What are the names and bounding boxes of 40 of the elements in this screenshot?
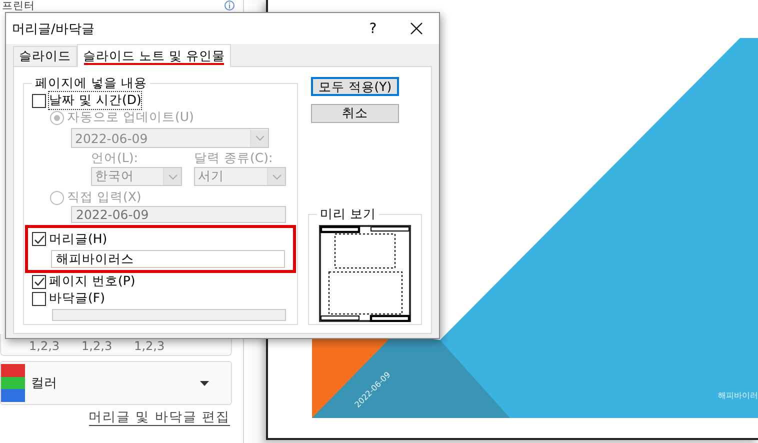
radio-button[interactable] <box>50 110 64 124</box>
close-icon <box>410 22 422 35</box>
window-title: 머리글/바닥글 <box>12 20 96 38</box>
text-field[interactable]: 2022-06-09 <box>71 206 286 223</box>
text-field[interactable]: 해피바이러스 <box>51 250 285 268</box>
panel-heading: 프린터 <box>1 0 36 12</box>
checkbox[interactable] <box>32 232 46 246</box>
cancel-button[interactable]: 취소 <box>311 104 399 123</box>
chevron-icon <box>168 174 178 180</box>
tab[interactable]: 슬라이드 노트 및 유인물 <box>77 44 231 67</box>
check-icon <box>34 277 44 286</box>
checkbox-label[interactable]: 날짜 및 시간(D) <box>49 92 142 109</box>
dropdown-arrow-icon <box>200 380 209 386</box>
dropdown-label: 언어(L): <box>91 150 139 167</box>
check-icon <box>34 234 44 244</box>
help-button[interactable]: ? <box>353 20 393 36</box>
edit-link[interactable]: 머리글 및 바닥글 편집 <box>88 410 230 426</box>
radio-button[interactable] <box>50 190 64 204</box>
dropdown-label: 달력 종류(C): <box>194 150 273 167</box>
chevron-icon <box>272 174 282 180</box>
number-format-label: 1,2,3 <box>82 340 112 353</box>
dropdown-value: 컬러 <box>30 375 58 392</box>
slide-header-text: 해피바이러 <box>718 391 758 400</box>
tab[interactable]: 슬라이드 <box>13 46 77 66</box>
checkbox[interactable] <box>32 292 46 306</box>
number-format-label: 1,2,3 <box>134 340 165 353</box>
chevron-icon <box>254 135 264 141</box>
apply-all-button[interactable]: 모두 적용(Y) <box>311 77 399 96</box>
checkbox[interactable] <box>32 94 46 108</box>
checkbox-label[interactable]: 머리글(H) <box>49 230 108 248</box>
checkbox[interactable] <box>32 274 46 288</box>
group-title: 미리 보기 <box>319 206 377 223</box>
number-format-label: 1,2,3 <box>29 340 60 353</box>
color-swatch-icon <box>1 364 25 402</box>
group-title: 페이지에 넣을 내용 <box>34 75 148 92</box>
text-field[interactable] <box>52 309 286 321</box>
checkbox-label[interactable]: 페이지 번호(P) <box>49 273 136 290</box>
info-icon <box>224 0 235 11</box>
checkbox-label[interactable]: 바닥글(F) <box>49 290 105 307</box>
color-dropdown[interactable]: 컬러 <box>0 361 232 405</box>
